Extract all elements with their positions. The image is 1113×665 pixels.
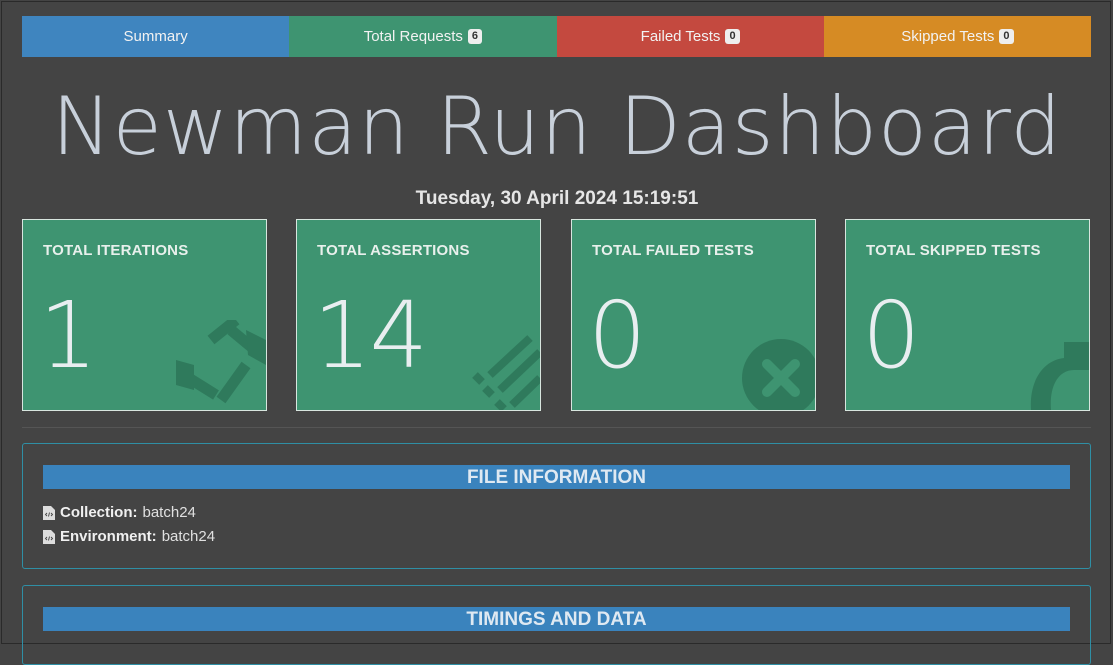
- run-date: Tuesday, 30 April 2024 15:19:51: [415, 188, 699, 209]
- card-label: TOTAL SKIPPED TESTS: [866, 242, 1041, 259]
- dashboard-window: Summary Total Requests 6 Failed Tests 0 …: [1, 1, 1111, 665]
- page-title: Newman Run Dashboard: [51, 80, 1063, 173]
- collection-value: batch24: [142, 504, 196, 521]
- timings-header: TIMINGS AND DATA: [43, 607, 1070, 631]
- card-label: TOTAL FAILED TESTS: [592, 242, 754, 259]
- card-total-skipped-tests: TOTAL SKIPPED TESTS 0: [845, 219, 1090, 411]
- tab-summary-label: Summary: [123, 28, 188, 45]
- times-circle-icon: [742, 339, 815, 410]
- card-value: 1: [39, 282, 98, 389]
- tab-failed-tests[interactable]: Failed Tests 0: [556, 16, 824, 57]
- timings-panel: TIMINGS AND DATA: [22, 585, 1091, 665]
- skipped-tests-badge: 0: [999, 29, 1014, 44]
- tab-summary[interactable]: Summary: [22, 16, 290, 57]
- share-icon: [1030, 342, 1089, 410]
- environment-label: Environment:: [60, 528, 157, 545]
- collection-line: Collection: batch24: [43, 504, 196, 521]
- file-information-panel: FILE INFORMATION Collection: batch24 Env…: [22, 443, 1091, 569]
- tab-failed-tests-label: Failed Tests: [640, 28, 721, 45]
- card-total-iterations: TOTAL ITERATIONS 1: [22, 219, 267, 411]
- file-code-icon: [43, 529, 55, 544]
- card-value: 0: [862, 282, 921, 389]
- tab-total-requests-label: Total Requests: [363, 28, 463, 45]
- environment-line: Environment: batch24: [43, 528, 215, 545]
- card-value: 0: [588, 282, 647, 389]
- divider: [22, 427, 1091, 428]
- list-icon: [472, 335, 540, 410]
- card-label: TOTAL ASSERTIONS: [317, 242, 470, 259]
- card-label: TOTAL ITERATIONS: [43, 242, 189, 259]
- collection-label: Collection:: [60, 504, 138, 521]
- file-information-header: FILE INFORMATION: [43, 465, 1070, 489]
- environment-value: batch24: [161, 528, 216, 545]
- tab-bar: Summary Total Requests 6 Failed Tests 0 …: [22, 16, 1091, 57]
- total-requests-badge: 6: [467, 29, 483, 44]
- sync-icon: [176, 320, 266, 404]
- failed-tests-badge: 0: [725, 29, 740, 44]
- tab-total-requests[interactable]: Total Requests 6: [289, 16, 557, 57]
- card-total-assertions: TOTAL ASSERTIONS 14: [296, 219, 541, 411]
- tab-skipped-tests[interactable]: Skipped Tests 0: [823, 16, 1091, 57]
- card-value: 14: [313, 282, 428, 389]
- file-code-icon: [43, 505, 55, 520]
- tab-skipped-tests-label: Skipped Tests: [901, 28, 995, 45]
- card-total-failed-tests: TOTAL FAILED TESTS 0: [571, 219, 816, 411]
